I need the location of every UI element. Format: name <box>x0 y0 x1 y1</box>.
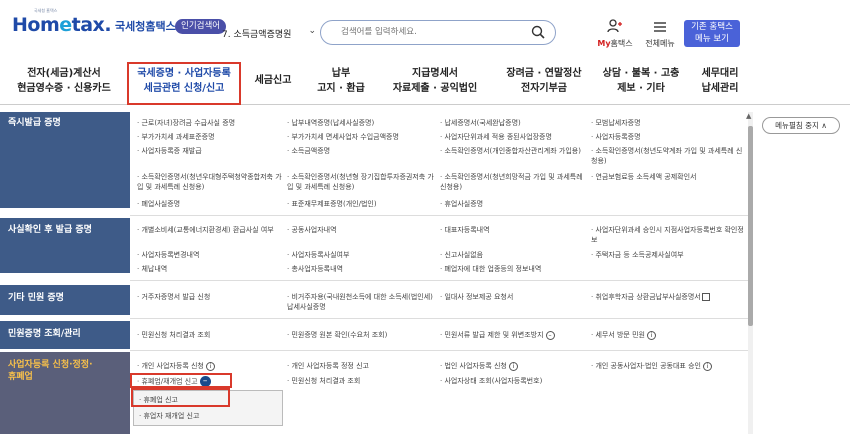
menu-expand-toggle[interactable]: 메뉴펼침 중지 ∧ <box>762 117 840 134</box>
menu-link[interactable]: · 소득확인증명서(청년도약계좌 가입 및 과세특례 신청용) <box>591 146 746 166</box>
menu-link[interactable]: · 개인 사업자등록 정정 신고 <box>287 361 369 371</box>
info-circle-icon[interactable]: i <box>205 361 215 371</box>
nav-tab-consult[interactable]: 상담 · 불복 · 고충 제보 · 기타 <box>600 66 682 96</box>
menu-link[interactable]: · 부가가치세 면세사업자 수입금액증명 <box>287 132 399 142</box>
my-hometax-label: My홈택스 <box>597 39 633 48</box>
menu-link[interactable]: · 납세증명서(국세완납증명) <box>440 118 521 128</box>
menu-link[interactable]: · 소득확인증명서(청년형 장기집합투자증권저축 가입 및 과세특례 신청용) <box>287 172 435 192</box>
chevron-down-icon: ⌄ <box>308 26 316 36</box>
menu-link[interactable]: · 근로(자녀)장려금 수급사실 증명 <box>137 118 235 128</box>
category-label-inquiry[interactable]: 민원증명 조회/관리 <box>8 328 81 340</box>
all-menu-label: 전체메뉴 <box>645 39 675 48</box>
hometax-logo[interactable]: 국세청 홈택스 Hometax. 국세청홈택스 <box>12 8 176 36</box>
my-hometax-button[interactable]: My홈택스 <box>593 18 637 49</box>
external-link-icon <box>701 293 710 301</box>
category-label-instant[interactable]: 즉시발급 증명 <box>8 117 61 129</box>
popular-search-select[interactable]: 7. 소득금액증명원 ⌄ <box>222 24 316 42</box>
menu-link[interactable]: · 공동사업자내역 <box>287 225 337 235</box>
info-circle-icon[interactable]: i <box>702 361 712 371</box>
menu-link[interactable]: · 소득금액증명 <box>287 146 330 156</box>
logo-wordmark: Hometax. <box>12 14 112 36</box>
nav-tab-incentive[interactable]: 장려금 · 연말정산 전자기부금 <box>494 66 594 96</box>
menu-link[interactable]: · 휴업사실증명 <box>440 199 483 209</box>
menu-link[interactable]: · 개인 공동사업자·법인 공동대표 승인 i <box>591 361 712 371</box>
header: 국세청 홈택스 Hometax. 국세청홈택스 인기검색어 7. 소득금액증명원… <box>0 0 850 60</box>
closure-highlight-box <box>130 373 232 388</box>
menu-link[interactable]: · 모범납세자증명 <box>591 118 641 128</box>
scrollbar-thumb[interactable] <box>748 126 753 326</box>
nav-tab-payment[interactable]: 납부 고지 · 환급 <box>306 66 376 96</box>
menu-link[interactable]: · 사업자상태 조회(사업자등록번호) <box>440 376 542 386</box>
menu-link[interactable]: · 소득확인증명서(개인종합자산관리계좌 가입용) <box>440 146 588 156</box>
menu-link[interactable]: · 대표자등록내역 <box>440 225 490 235</box>
menu-link[interactable]: · 폐업자에 대한 업종등의 정보내역 <box>440 264 541 274</box>
menu-link[interactable]: · 민원서류 발급 제한 및 위변조방지 – <box>440 330 555 340</box>
scroll-up-icon[interactable]: ▲ <box>746 112 751 120</box>
minus-circle-icon[interactable]: – <box>545 330 555 340</box>
category-label-other[interactable]: 기타 민원 증명 <box>8 292 64 304</box>
menu-link[interactable]: · 폐업사실증명 <box>137 199 180 209</box>
all-menu-button[interactable]: 전체메뉴 <box>641 18 679 49</box>
menu-link[interactable]: · 사업자등록사실여부 <box>287 250 349 260</box>
menu-link[interactable]: · 사업자등록증 재발급 <box>137 146 202 156</box>
menu-link[interactable]: · 개인 사업자등록 신청 i <box>137 361 215 371</box>
row-divider <box>130 318 750 319</box>
menu-link[interactable]: · 사업자단위과세 적용 종된사업장증명 <box>440 132 552 142</box>
category-label-verified[interactable]: 사실확인 후 발급 증명 <box>8 224 92 236</box>
menu-link[interactable]: · 민원신청 처리결과 조회 <box>287 376 360 386</box>
menu-link[interactable]: · 사업자등록변경내역 <box>137 250 199 260</box>
menu-link[interactable]: · 총사업자등록내역 <box>287 264 343 274</box>
legacy-menu-button[interactable]: 기존 홈택스 메뉴 보기 <box>684 20 740 47</box>
nav-tab-tax-agent[interactable]: 세무대리 납세관리 <box>688 66 752 96</box>
submenu-reopen-report[interactable]: · 휴업자 재개업 신고 <box>139 411 199 421</box>
menu-link[interactable]: · 법인 사업자등록 신청 i <box>440 361 518 371</box>
menu-link[interactable]: · 거주자증명서 발급 신청 <box>137 292 210 302</box>
popular-search-item: 7. 소득금액증명원 <box>222 29 292 40</box>
row-divider <box>130 280 750 281</box>
menu-link[interactable]: · 개별소비세(교통에너지환경세) 환급사실 여부 <box>137 225 282 235</box>
nav-tab-payment-statement[interactable]: 지급명세서 자료제출 · 공익법인 <box>385 66 485 96</box>
search-icon[interactable] <box>531 25 545 39</box>
row-divider <box>130 215 750 216</box>
chevron-up-icon: ∧ <box>821 121 827 130</box>
menu-link[interactable]: · 비거주자용(국내원천소득에 대한 소득세(법인세) 납세사실증명 <box>287 292 435 312</box>
category-label-registration[interactable]: 사업자등록 신청·정정· 휴폐업 <box>8 359 93 383</box>
menu-link[interactable]: · 표준재무제표증명(개인/법인) <box>287 199 377 209</box>
hamburger-icon <box>654 22 666 32</box>
menu-link[interactable]: · 사업자등록증명 <box>591 132 641 142</box>
nav-tab-e-invoice[interactable]: 전자(세금)계산서 현금영수증 · 신용카드 <box>4 66 124 96</box>
menu-link[interactable]: · 소득확인증명서(청년희망적금 가입 및 과세특례 신청용) <box>440 172 588 192</box>
menu-link[interactable]: · 민원증명 원본 확인(수요처 조회) <box>287 330 387 340</box>
nav-tab-tax-report[interactable]: 세금신고 <box>247 73 299 88</box>
menu-link[interactable]: · 신고사실없음 <box>440 250 483 260</box>
menu-link[interactable]: · 세무서 방문 민원 i <box>591 330 656 340</box>
menu-link[interactable]: · 주택자금 등 소득공제사실여부 <box>591 250 684 260</box>
popular-search-badge: 인기검색어 <box>175 19 227 34</box>
logo-tiny-text: 국세청 홈택스 <box>34 8 58 13</box>
menu-link[interactable]: · 사업자단위과세 승인시 지점사업자등록번호 확인정보 <box>591 225 746 245</box>
info-circle-icon[interactable]: i <box>508 361 518 371</box>
menu-link[interactable]: · 취업후학자금 상환금납부사실증명서 <box>591 292 710 302</box>
submenu-highlight-box <box>131 388 230 407</box>
menu-link[interactable]: · 민원신청 처리결과 조회 <box>137 330 210 340</box>
menu-link[interactable]: · 일대사 정보제공 요청서 <box>440 292 513 302</box>
menu-link[interactable]: · 체납내역 <box>137 264 167 274</box>
user-icon <box>607 19 622 33</box>
menu-link[interactable]: · 부가가치세 과세표준증명 <box>137 132 215 142</box>
row-divider <box>130 350 750 351</box>
menu-link[interactable]: · 납부내역증명(납세사실증명) <box>287 118 374 128</box>
info-circle-icon[interactable]: i <box>646 330 656 340</box>
search-box[interactable] <box>320 20 556 45</box>
nav-highlight-box <box>127 62 241 105</box>
menu-link[interactable]: · 연금보험료등 소득세액 공제확인서 <box>591 172 697 182</box>
search-input[interactable] <box>341 27 521 37</box>
menu-link[interactable]: · 소득확인증명서(청년우대형주택청약종합저축 가입 및 과세특례 신청용) <box>137 172 283 192</box>
logo-subtitle: 국세청홈택스 <box>115 20 176 33</box>
